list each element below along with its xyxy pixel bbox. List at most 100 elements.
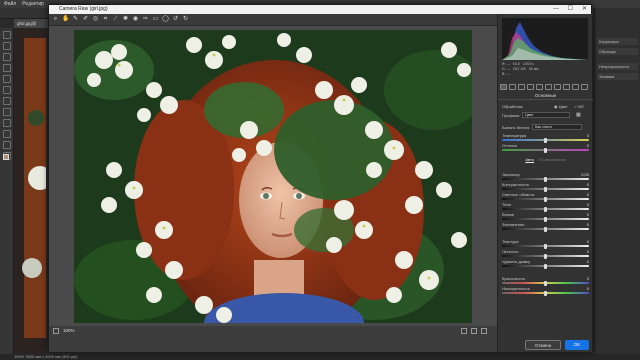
slider-thumb[interactable]	[544, 290, 547, 296]
graduated-filter-icon[interactable]: ▭	[152, 16, 159, 23]
slider-track[interactable]	[502, 196, 589, 202]
adjustment-brush-icon[interactable]: ✑	[142, 16, 149, 23]
slider-value[interactable]: 0	[587, 211, 589, 218]
slider-value[interactable]: 0	[587, 248, 589, 255]
menu-file[interactable]: Файл	[4, 1, 16, 7]
crop-tool-icon[interactable]	[3, 75, 11, 83]
spot-removal-tool-icon[interactable]: ✺	[122, 16, 129, 23]
eyedropper-tool-icon[interactable]	[3, 86, 11, 94]
straighten-tool-icon[interactable]: ⟋	[112, 16, 119, 23]
ps-toolbar	[0, 28, 14, 354]
rotate-ccw-icon[interactable]: ↺	[172, 16, 179, 23]
slider-value[interactable]: 0	[587, 285, 589, 292]
slider-label: Красочность	[502, 276, 526, 281]
tab-basic-icon[interactable]	[500, 84, 507, 90]
close-icon[interactable]: ✕	[582, 5, 587, 14]
default-link[interactable]: По умолчанию	[539, 157, 566, 162]
tab-snapshots-icon[interactable]	[581, 84, 588, 90]
slider-thumb[interactable]	[544, 263, 547, 269]
tab-calibration-icon[interactable]	[563, 84, 570, 90]
slider-track[interactable]	[502, 147, 589, 153]
image-preview-area[interactable]	[49, 26, 497, 326]
slider-track[interactable]	[502, 186, 589, 192]
before-after-icon[interactable]	[461, 328, 467, 334]
minimize-icon[interactable]: —	[553, 5, 559, 14]
foreground-color-swatch[interactable]	[3, 154, 9, 160]
targeted-adjustment-tool-icon[interactable]: ◎	[92, 16, 99, 23]
marquee-tool-icon[interactable]	[3, 42, 11, 50]
exif-lens: 50 мм	[528, 67, 539, 71]
lasso-tool-icon[interactable]	[3, 53, 11, 61]
maximize-icon[interactable]: ☐	[568, 5, 573, 14]
ok-button[interactable]: OK	[565, 340, 589, 350]
radial-filter-icon[interactable]: ◯	[162, 16, 169, 23]
tab-split-toning-icon[interactable]	[536, 84, 543, 90]
quick-select-tool-icon[interactable]	[3, 64, 11, 72]
filmstrip-toggle-icon[interactable]	[53, 328, 59, 334]
slider-value[interactable]: 0	[587, 191, 589, 198]
panel-tabs	[500, 83, 591, 91]
treatment-bw-radio[interactable]: ○ Ч/б	[574, 103, 584, 110]
slider-thumb[interactable]	[544, 147, 547, 153]
crop-tool-icon[interactable]: ⌗	[102, 16, 109, 23]
color-sampler-tool-icon[interactable]: ✐	[82, 16, 89, 23]
rotate-cw-icon[interactable]: ↻	[182, 16, 189, 23]
slider-track[interactable]	[502, 280, 589, 286]
slider-track[interactable]	[502, 263, 589, 269]
treatment-color-radio[interactable]: ◉ Цвет	[554, 103, 568, 110]
slider-label: Белые	[502, 212, 515, 217]
slider-track[interactable]	[502, 253, 589, 259]
text-tool-icon[interactable]	[3, 141, 11, 149]
healing-tool-icon[interactable]	[3, 97, 11, 105]
cancel-button[interactable]: Отмена	[525, 340, 561, 350]
tab-hsl-icon[interactable]	[527, 84, 534, 90]
profile-select[interactable]: Цвет	[522, 112, 570, 118]
preferences-icon[interactable]	[481, 328, 487, 334]
slider-track[interactable]	[502, 243, 589, 249]
slider-value[interactable]: 0	[587, 238, 589, 245]
zoom-tool-icon[interactable]: ⌕	[52, 16, 59, 23]
slider-value[interactable]: 0	[587, 275, 589, 282]
white-balance-tool-icon[interactable]: ✎	[72, 16, 79, 23]
panel-fill[interactable]: Заливка	[597, 73, 638, 80]
tab-lens-icon[interactable]	[545, 84, 552, 90]
swap-settings-icon[interactable]	[471, 328, 477, 334]
slider-value[interactable]: 0	[587, 201, 589, 208]
hand-tool-icon[interactable]: ✋	[62, 16, 69, 23]
slider-value[interactable]: 0	[587, 142, 589, 149]
tab-presets-icon[interactable]	[572, 84, 579, 90]
tab-detail-icon[interactable]	[518, 84, 525, 90]
slider-thumb[interactable]	[544, 226, 547, 232]
exif-iso: ISO 100	[513, 67, 526, 71]
stamp-tool-icon[interactable]	[3, 119, 11, 127]
slider-track[interactable]	[502, 290, 589, 296]
slider-value[interactable]: 0	[587, 132, 589, 139]
tab-effects-icon[interactable]	[554, 84, 561, 90]
slider-track[interactable]	[502, 216, 589, 222]
brush-tool-icon[interactable]	[3, 108, 11, 116]
panel-opacity[interactable]: Непрозрачность	[597, 63, 638, 70]
red-eye-tool-icon[interactable]: ◉	[132, 16, 139, 23]
slider-value[interactable]: 0,00	[581, 171, 589, 178]
auto-link[interactable]: Авто	[525, 157, 534, 162]
slider-track[interactable]	[502, 137, 589, 143]
slider-track[interactable]	[502, 206, 589, 212]
eraser-tool-icon[interactable]	[3, 130, 11, 138]
slider-track[interactable]	[502, 226, 589, 232]
tab-tone-curve-icon[interactable]	[509, 84, 516, 90]
panel-adjustments[interactable]: Коррекция	[597, 38, 638, 45]
wb-select[interactable]: Как снято	[532, 124, 582, 130]
panel-swatches[interactable]: Образцы	[597, 48, 638, 55]
move-tool-icon[interactable]	[3, 31, 11, 39]
slider-value[interactable]: 0	[587, 181, 589, 188]
slider-value[interactable]: 0	[587, 258, 589, 265]
slider-label: Текстура	[502, 239, 519, 244]
photo-preview[interactable]	[74, 30, 472, 323]
slider-value[interactable]: 0	[587, 221, 589, 228]
exif-shutter: 1/200 с	[522, 62, 535, 66]
slider-track[interactable]	[502, 176, 589, 182]
zoom-level[interactable]: 100%	[63, 328, 75, 333]
menu-edit[interactable]: Редактир	[22, 1, 44, 7]
auto-default-row: Авто По умолчанию	[502, 156, 589, 163]
profile-browser-icon[interactable]: ▦	[576, 112, 581, 118]
